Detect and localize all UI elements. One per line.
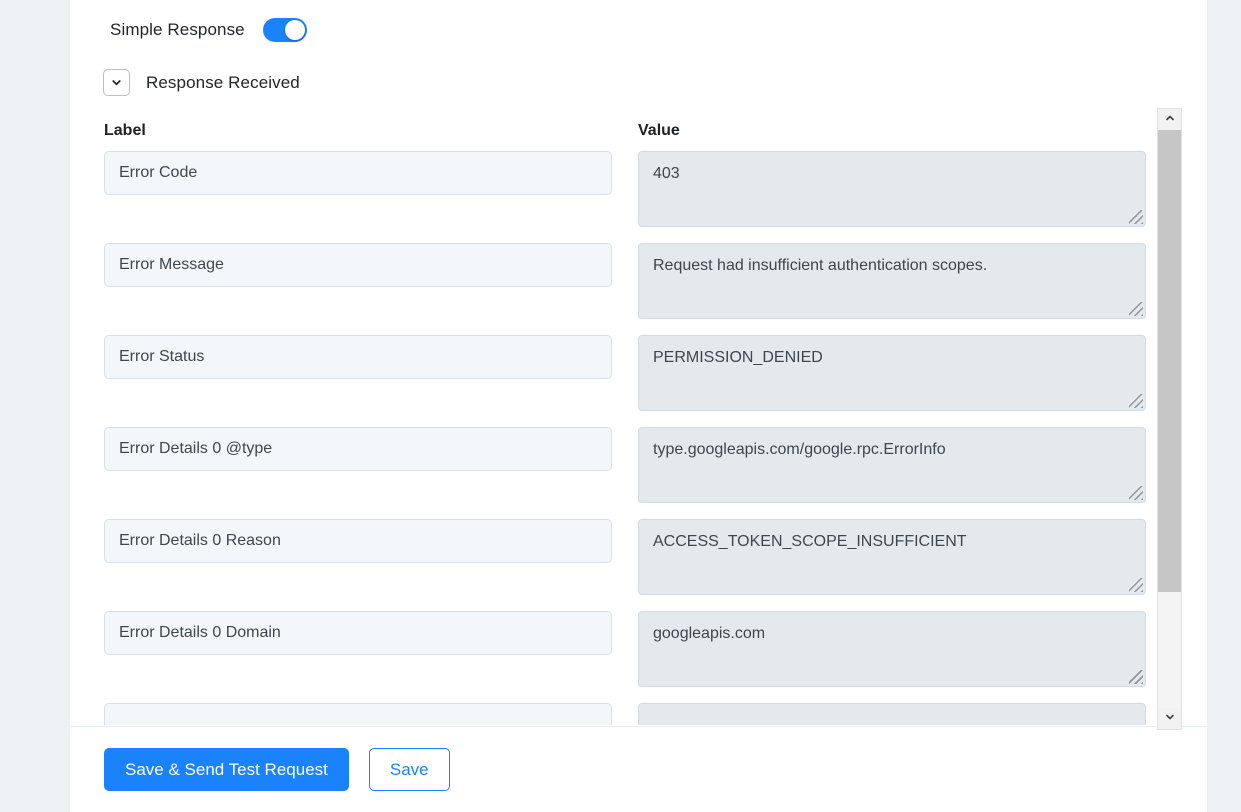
label-input[interactable] <box>104 151 612 195</box>
scrollbar-up-button[interactable] <box>1158 109 1181 130</box>
field-row: 403 <box>70 151 1170 243</box>
value-field-wrapper: 403 <box>638 151 1146 227</box>
value-textarea[interactable]: 403 <box>638 151 1146 227</box>
field-row: type.googleapis.com/google.rpc.ErrorInfo <box>70 427 1170 519</box>
save-button[interactable]: Save <box>368 748 450 791</box>
label-input[interactable] <box>104 335 612 379</box>
value-field-wrapper: googleapis.com <box>638 611 1146 687</box>
chevron-up-icon <box>1164 111 1176 129</box>
fields-scroll-region: Label Value 403 Request had insufficient … <box>70 105 1207 725</box>
footer-action-bar: Save & Send Test Request Save <box>70 726 1207 812</box>
label-input[interactable] <box>104 611 612 655</box>
field-row: Request had insufficient authentication … <box>70 243 1170 335</box>
scrollbar-down-button[interactable] <box>1158 708 1181 729</box>
field-rows: 403 Request had insufficient authenticati… <box>70 151 1170 725</box>
value-textarea[interactable] <box>638 703 1146 725</box>
response-received-collapse-button[interactable] <box>103 69 130 96</box>
value-field-wrapper <box>638 703 1146 725</box>
value-textarea[interactable]: type.googleapis.com/google.rpc.ErrorInfo <box>638 427 1146 503</box>
toggle-knob <box>284 20 305 40</box>
field-row: ACCESS_TOKEN_SCOPE_INSUFFICIENT <box>70 519 1170 611</box>
value-column-header: Value <box>638 122 680 139</box>
value-textarea[interactable]: Request had insufficient authentication … <box>638 243 1146 319</box>
value-field-wrapper: ACCESS_TOKEN_SCOPE_INSUFFICIENT <box>638 519 1146 595</box>
field-row: PERMISSION_DENIED <box>70 335 1170 427</box>
label-column-header: Label <box>104 122 146 139</box>
response-received-label: Response Received <box>146 72 300 92</box>
value-field-wrapper: type.googleapis.com/google.rpc.ErrorInfo <box>638 427 1146 503</box>
label-input[interactable] <box>104 243 612 287</box>
value-textarea[interactable]: googleapis.com <box>638 611 1146 687</box>
value-field-wrapper: PERMISSION_DENIED <box>638 335 1146 411</box>
simple-response-label: Simple Response <box>110 20 245 39</box>
simple-response-row: Simple Response <box>110 18 307 42</box>
label-input[interactable] <box>104 427 612 471</box>
value-textarea[interactable]: ACCESS_TOKEN_SCOPE_INSUFFICIENT <box>638 519 1146 595</box>
field-row: googleapis.com <box>70 611 1170 703</box>
value-field-wrapper: Request had insufficient authentication … <box>638 243 1146 319</box>
response-received-row: Response Received <box>103 69 300 96</box>
scrollbar-thumb[interactable] <box>1158 130 1181 592</box>
response-config-card: Simple Response Response Received Label … <box>70 0 1207 812</box>
field-row <box>70 703 1170 725</box>
simple-response-toggle[interactable] <box>262 18 307 42</box>
value-textarea[interactable]: PERMISSION_DENIED <box>638 335 1146 411</box>
columns-header: Label Value <box>70 105 1170 151</box>
label-input[interactable] <box>104 519 612 563</box>
save-and-send-test-request-button[interactable]: Save & Send Test Request <box>104 748 349 791</box>
chevron-down-icon <box>110 76 123 89</box>
label-input[interactable] <box>104 703 612 725</box>
vertical-scrollbar[interactable] <box>1157 108 1182 730</box>
chevron-down-icon <box>1164 710 1176 728</box>
scrollbar-track[interactable] <box>1158 130 1181 708</box>
page-root: Simple Response Response Received Label … <box>0 0 1241 812</box>
